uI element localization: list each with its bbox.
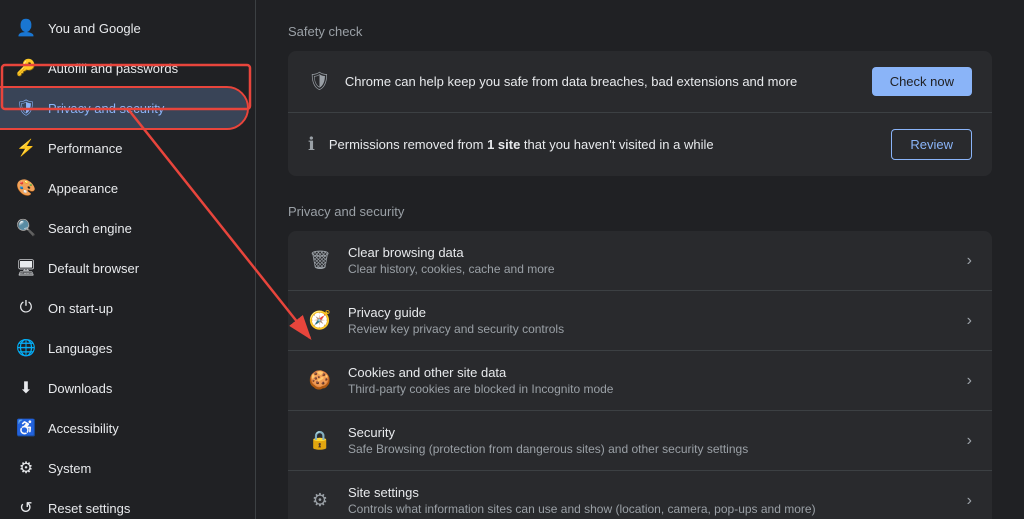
sidebar-item-label-privacy-security: Privacy and security — [48, 101, 231, 116]
privacy-list: 🗑 Clear browsing data Clear history, cooki… — [288, 231, 992, 519]
clear-browsing-title: Clear browsing data — [348, 245, 951, 260]
sidebar-item-reset-settings[interactable]: ↺ Reset settings — [0, 488, 247, 519]
privacy-guide-icon: 🧭 — [308, 310, 332, 331]
sidebar-item-performance[interactable]: ⚡ Performance — [0, 128, 247, 168]
sidebar-item-label-autofill-passwords: Autofill and passwords — [48, 61, 231, 76]
search-engine-icon: 🔍 — [16, 218, 36, 238]
sidebar-item-system[interactable]: ⚙ System — [0, 448, 247, 488]
breaches-button[interactable]: Check now — [872, 67, 972, 96]
privacy-row-security[interactable]: 🔒 Security Safe Browsing (protection from … — [288, 411, 992, 471]
sidebar-item-label-performance: Performance — [48, 141, 231, 156]
privacy-guide-title: Privacy guide — [348, 305, 951, 320]
autofill-passwords-icon: 🔑 — [16, 58, 36, 78]
system-icon: ⚙ — [16, 458, 36, 478]
sidebar-item-label-accessibility: Accessibility — [48, 421, 231, 436]
sidebar-item-appearance[interactable]: 🎨 Appearance — [0, 168, 247, 208]
sidebar-item-label-on-start-up: On start-up — [48, 301, 231, 316]
privacy-row-site-settings[interactable]: ⚙ Site settings Controls what information … — [288, 471, 992, 519]
cookies-chevron: › — [967, 372, 972, 390]
privacy-security-section: Privacy and security 🗑 Clear browsing dat… — [288, 204, 992, 519]
site-settings-icon: ⚙ — [308, 490, 332, 511]
permissions-button[interactable]: Review — [891, 129, 972, 160]
sidebar-item-label-downloads: Downloads — [48, 381, 231, 396]
sidebar-item-label-reset-settings: Reset settings — [48, 501, 231, 516]
accessibility-icon: ♿ — [16, 418, 36, 438]
sidebar-item-downloads[interactable]: ⬇ Downloads — [0, 368, 247, 408]
breaches-icon: 🛡 — [308, 71, 331, 92]
cookies-content: Cookies and other site data Third-party c… — [348, 365, 951, 396]
site-settings-subtitle: Controls what information sites can use … — [348, 502, 951, 516]
sidebar-item-label-search-engine: Search engine — [48, 221, 231, 236]
privacy-guide-chevron: › — [967, 312, 972, 330]
languages-icon: 🌐 — [16, 338, 36, 358]
security-chevron: › — [967, 432, 972, 450]
privacy-security-icon: 🛡 — [16, 98, 36, 118]
sidebar-item-label-languages: Languages — [48, 341, 231, 356]
safety-row-breaches: 🛡 Chrome can help keep you safe from data… — [288, 51, 992, 113]
security-icon: 🔒 — [308, 430, 332, 451]
privacy-row-cookies[interactable]: 🍪 Cookies and other site data Third-party … — [288, 351, 992, 411]
sidebar-item-label-appearance: Appearance — [48, 181, 231, 196]
cookies-title: Cookies and other site data — [348, 365, 951, 380]
clear-browsing-subtitle: Clear history, cookies, cache and more — [348, 262, 951, 276]
sidebar-item-default-browser[interactable]: 🖥 Default browser — [0, 248, 247, 288]
safety-check-title: Safety check — [288, 24, 992, 39]
cookies-subtitle: Third-party cookies are blocked in Incog… — [348, 382, 951, 396]
appearance-icon: 🎨 — [16, 178, 36, 198]
sidebar: 👤 You and Google 🔑 Autofill and passwords 🛡 P… — [0, 0, 256, 519]
sidebar-item-accessibility[interactable]: ♿ Accessibility — [0, 408, 247, 448]
clear-browsing-icon: 🗑 — [308, 250, 332, 271]
site-settings-chevron: › — [967, 492, 972, 510]
downloads-icon: ⬇ — [16, 378, 36, 398]
default-browser-icon: 🖥 — [16, 258, 36, 278]
sidebar-item-you-and-google[interactable]: 👤 You and Google — [0, 8, 247, 48]
sidebar-item-label-you-and-google: You and Google — [48, 21, 231, 36]
privacy-guide-content: Privacy guide Review key privacy and secu… — [348, 305, 951, 336]
privacy-row-privacy-guide[interactable]: 🧭 Privacy guide Review key privacy and sec… — [288, 291, 992, 351]
sidebar-item-label-default-browser: Default browser — [48, 261, 231, 276]
reset-settings-icon: ↺ — [16, 498, 36, 518]
safety-check-section: Safety check 🛡 Chrome can help keep you s… — [288, 24, 992, 176]
privacy-guide-subtitle: Review key privacy and security controls — [348, 322, 951, 336]
site-settings-title: Site settings — [348, 485, 951, 500]
security-subtitle: Safe Browsing (protection from dangerous… — [348, 442, 951, 456]
sidebar-item-label-system: System — [48, 461, 231, 476]
clear-browsing-content: Clear browsing data Clear history, cookie… — [348, 245, 951, 276]
main-content: Safety check 🛡 Chrome can help keep you s… — [256, 0, 1024, 519]
sidebar-item-on-start-up[interactable]: ⏻ On start-up — [0, 288, 247, 328]
sidebar-item-autofill-passwords[interactable]: 🔑 Autofill and passwords — [0, 48, 247, 88]
safety-row-permissions: ℹ Permissions removed from 1 site that yo… — [288, 113, 992, 176]
security-content: Security Safe Browsing (protection from d… — [348, 425, 951, 456]
safety-check-card: 🛡 Chrome can help keep you safe from data… — [288, 51, 992, 176]
security-title: Security — [348, 425, 951, 440]
permissions-icon: ℹ — [308, 134, 315, 155]
cookies-icon: 🍪 — [308, 370, 332, 391]
sidebar-item-privacy-security[interactable]: 🛡 Privacy and security — [0, 88, 247, 128]
performance-icon: ⚡ — [16, 138, 36, 158]
permissions-text: Permissions removed from 1 site that you… — [329, 137, 878, 152]
site-settings-content: Site settings Controls what information s… — [348, 485, 951, 516]
clear-browsing-chevron: › — [967, 252, 972, 270]
sidebar-item-search-engine[interactable]: 🔍 Search engine — [0, 208, 247, 248]
privacy-row-clear-browsing[interactable]: 🗑 Clear browsing data Clear history, cooki… — [288, 231, 992, 291]
you-and-google-icon: 👤 — [16, 18, 36, 38]
on-start-up-icon: ⏻ — [16, 298, 36, 318]
breaches-text: Chrome can help keep you safe from data … — [345, 74, 858, 89]
privacy-security-title: Privacy and security — [288, 204, 992, 219]
sidebar-item-languages[interactable]: 🌐 Languages — [0, 328, 247, 368]
